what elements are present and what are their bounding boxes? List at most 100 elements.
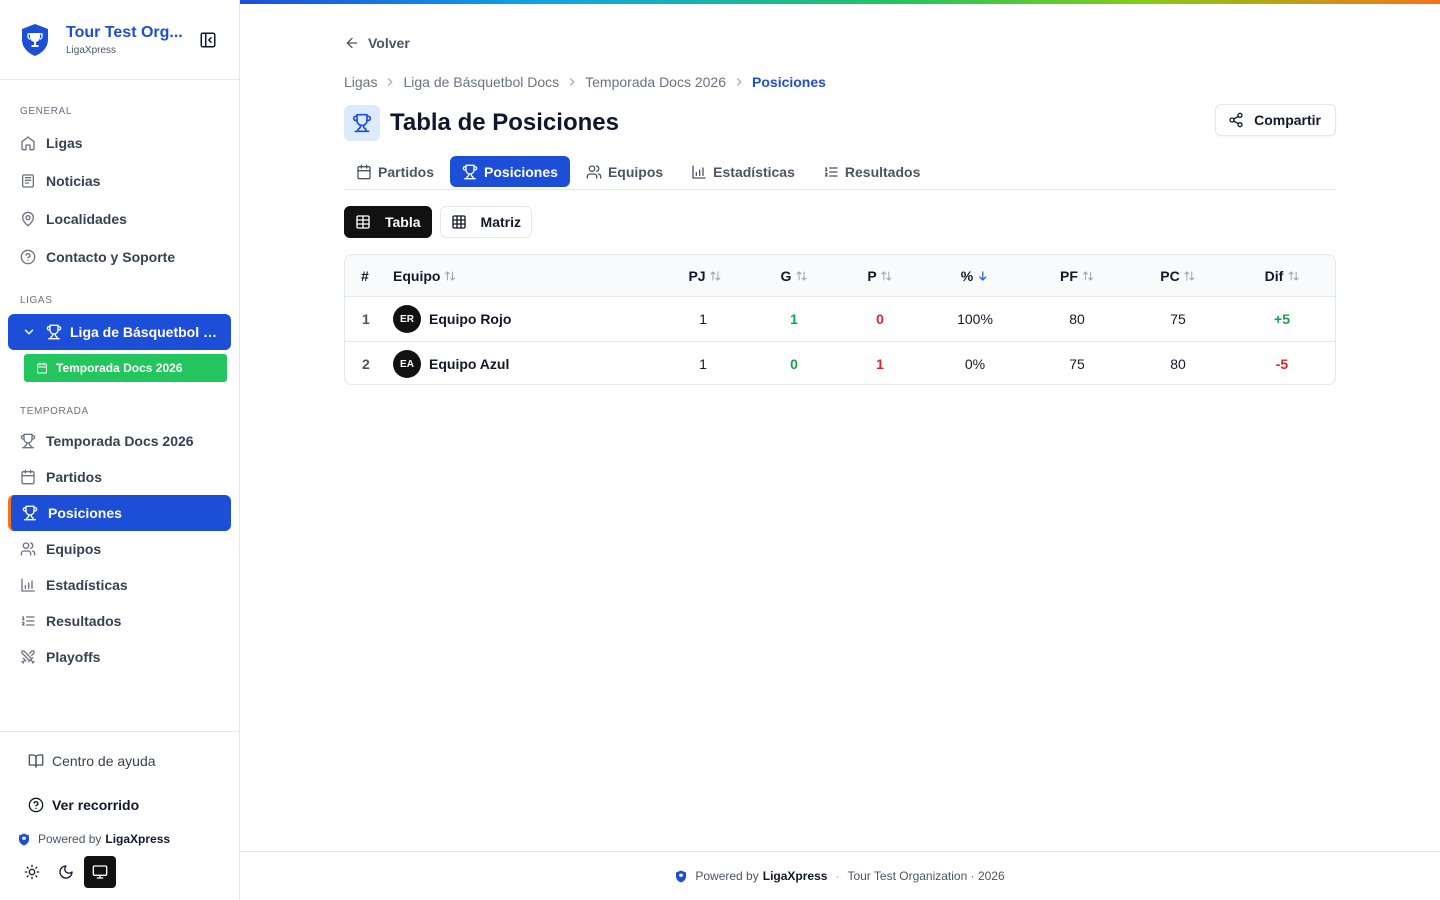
- sidebar-item-label: Estadísticas: [46, 577, 128, 593]
- book-open-icon: [28, 754, 44, 768]
- tab-posiciones[interactable]: Posiciones: [450, 156, 570, 187]
- sidebar-item-noticias[interactable]: Noticias: [0, 163, 239, 199]
- newspaper-icon: [20, 173, 36, 189]
- sidebar-item-label: Posiciones: [48, 505, 122, 521]
- powered-brand[interactable]: LigaXpress: [105, 832, 170, 846]
- sidebar-item-ligas[interactable]: Ligas: [0, 125, 239, 161]
- header-label: PJ: [688, 267, 706, 284]
- share-button[interactable]: Compartir: [1215, 104, 1336, 136]
- header-pct[interactable]: %: [961, 255, 989, 296]
- collapse-sidebar-icon[interactable]: [199, 31, 217, 49]
- g-cell: 1: [790, 311, 798, 327]
- team-cell[interactable]: ER Equipo Rojo: [393, 297, 511, 341]
- sidebar-item-resultados[interactable]: Resultados: [0, 603, 239, 639]
- team-avatar: EA: [393, 350, 421, 378]
- footer-brand[interactable]: LigaXpress: [763, 869, 828, 883]
- sidebar-item-label: Noticias: [46, 173, 101, 189]
- section-general: GENERAL: [20, 106, 72, 117]
- moon-icon: [59, 865, 73, 879]
- sidebar-item-estadisticas[interactable]: Estadísticas: [0, 567, 239, 603]
- tab-resultados[interactable]: Resultados: [811, 156, 932, 187]
- chevron-down-icon[interactable]: [22, 325, 36, 339]
- tab-estadisticas[interactable]: Estadísticas: [679, 156, 807, 187]
- sidebar-item-playoffs[interactable]: Playoffs: [0, 639, 239, 675]
- team-avatar: ER: [393, 305, 421, 333]
- team-name: Equipo Rojo: [429, 311, 512, 327]
- view-toggle: Tabla Matriz: [344, 206, 540, 238]
- rank-cell: 1: [362, 311, 370, 327]
- breadcrumb-league[interactable]: Liga de Básquetbol Docs: [403, 74, 559, 90]
- chevron-right-icon: [569, 78, 575, 86]
- standings-table: # Equipo PJ G P % PF PC Dif 1 ER Equipo …: [344, 254, 1336, 385]
- system-theme-button[interactable]: [84, 856, 116, 888]
- arrow-left-icon: [346, 37, 358, 49]
- trophy-icon: [46, 324, 62, 340]
- calendar-icon: [357, 164, 371, 179]
- page-title: Tabla de Posiciones: [390, 109, 619, 136]
- share-icon: [1229, 112, 1243, 128]
- sidebar-item-label: Localidades: [46, 211, 127, 227]
- sidebar-item-label: Playoffs: [46, 649, 101, 665]
- header-g[interactable]: G: [781, 255, 808, 296]
- header-rank: #: [361, 255, 369, 296]
- tab-label: Partidos: [378, 163, 435, 180]
- team-name: Equipo Azul: [429, 356, 510, 372]
- team-cell[interactable]: EA Equipo Azul: [393, 342, 510, 384]
- ligaxpress-shield-icon: [19, 833, 29, 845]
- list-ordered-icon: [20, 613, 36, 629]
- help-center-label: Centro de ayuda: [52, 753, 156, 769]
- sidebar-item-localidades[interactable]: Localidades: [0, 201, 239, 237]
- back-button[interactable]: Volver: [344, 35, 410, 51]
- header-pj[interactable]: PJ: [688, 255, 721, 296]
- header-dif[interactable]: Dif: [1265, 255, 1300, 296]
- sidebar-item-partidos[interactable]: Partidos: [0, 459, 239, 495]
- header-pf[interactable]: PF: [1060, 255, 1094, 296]
- calendar-icon: [20, 469, 36, 485]
- sidebar-season-item[interactable]: Temporada Docs 2026: [24, 354, 227, 382]
- sidebar-item-equipos[interactable]: Equipos: [0, 531, 239, 567]
- table-row[interactable]: 1 ER Equipo Rojo 1 1 0 100% 80 75 +5: [345, 296, 1335, 341]
- chevron-right-icon: [736, 78, 742, 86]
- dif-cell: +5: [1274, 311, 1290, 327]
- sort-icon: [445, 270, 456, 281]
- help-center-link[interactable]: Centro de ayuda: [28, 753, 156, 769]
- sidebar: Tour Test Org... LigaXpress GENERAL Liga…: [0, 0, 240, 900]
- tab-label: Resultados: [844, 163, 921, 180]
- header-label: #: [361, 267, 369, 284]
- view-matriz-button[interactable]: Matriz: [439, 206, 532, 238]
- arrow-down-icon: [979, 270, 987, 281]
- table-icon: [356, 215, 370, 229]
- tab-equipos[interactable]: Equipos: [574, 156, 675, 187]
- home-icon: [20, 135, 36, 151]
- sidebar-item-label: Ligas: [46, 135, 83, 151]
- pf-cell: 80: [1069, 311, 1085, 327]
- light-theme-button[interactable]: [16, 856, 48, 888]
- sidebar-item-temporada[interactable]: Temporada Docs 2026: [0, 423, 239, 459]
- org-name[interactable]: Tour Test Org...: [66, 24, 186, 42]
- header-equipo[interactable]: Equipo: [393, 255, 456, 296]
- header-p[interactable]: P: [867, 255, 892, 296]
- sun-icon: [24, 864, 40, 880]
- help-circle-icon: [20, 249, 36, 265]
- table-row[interactable]: 2 EA Equipo Azul 1 0 1 0% 75 80 -5: [345, 341, 1335, 384]
- sidebar-item-contacto[interactable]: Contacto y Soporte: [0, 239, 239, 275]
- share-label: Compartir: [1254, 112, 1321, 128]
- view-label: Matriz: [480, 214, 521, 230]
- breadcrumb-ligas[interactable]: Ligas: [344, 74, 377, 90]
- tab-partidos[interactable]: Partidos: [344, 156, 446, 187]
- p-cell: 1: [876, 356, 884, 372]
- sort-icon: [1184, 270, 1195, 281]
- view-tabla-button[interactable]: Tabla: [344, 206, 432, 238]
- dark-theme-button[interactable]: [50, 856, 82, 888]
- tab-label: Estadísticas: [713, 163, 795, 180]
- view-tour-button[interactable]: Ver recorrido: [28, 797, 139, 813]
- breadcrumb-season[interactable]: Temporada Docs 2026: [585, 74, 726, 90]
- sidebar-item-posiciones[interactable]: Posiciones: [8, 495, 231, 531]
- sidebar-league-item[interactable]: Liga de Básquetbol D...: [8, 314, 231, 350]
- footer-powered-prefix: Powered by: [695, 869, 759, 883]
- bar-chart-icon: [692, 164, 706, 179]
- header-label: Dif: [1264, 267, 1284, 284]
- sort-icon: [710, 270, 721, 281]
- header-pc[interactable]: PC: [1160, 255, 1195, 296]
- title-trophy-badge: [344, 105, 380, 141]
